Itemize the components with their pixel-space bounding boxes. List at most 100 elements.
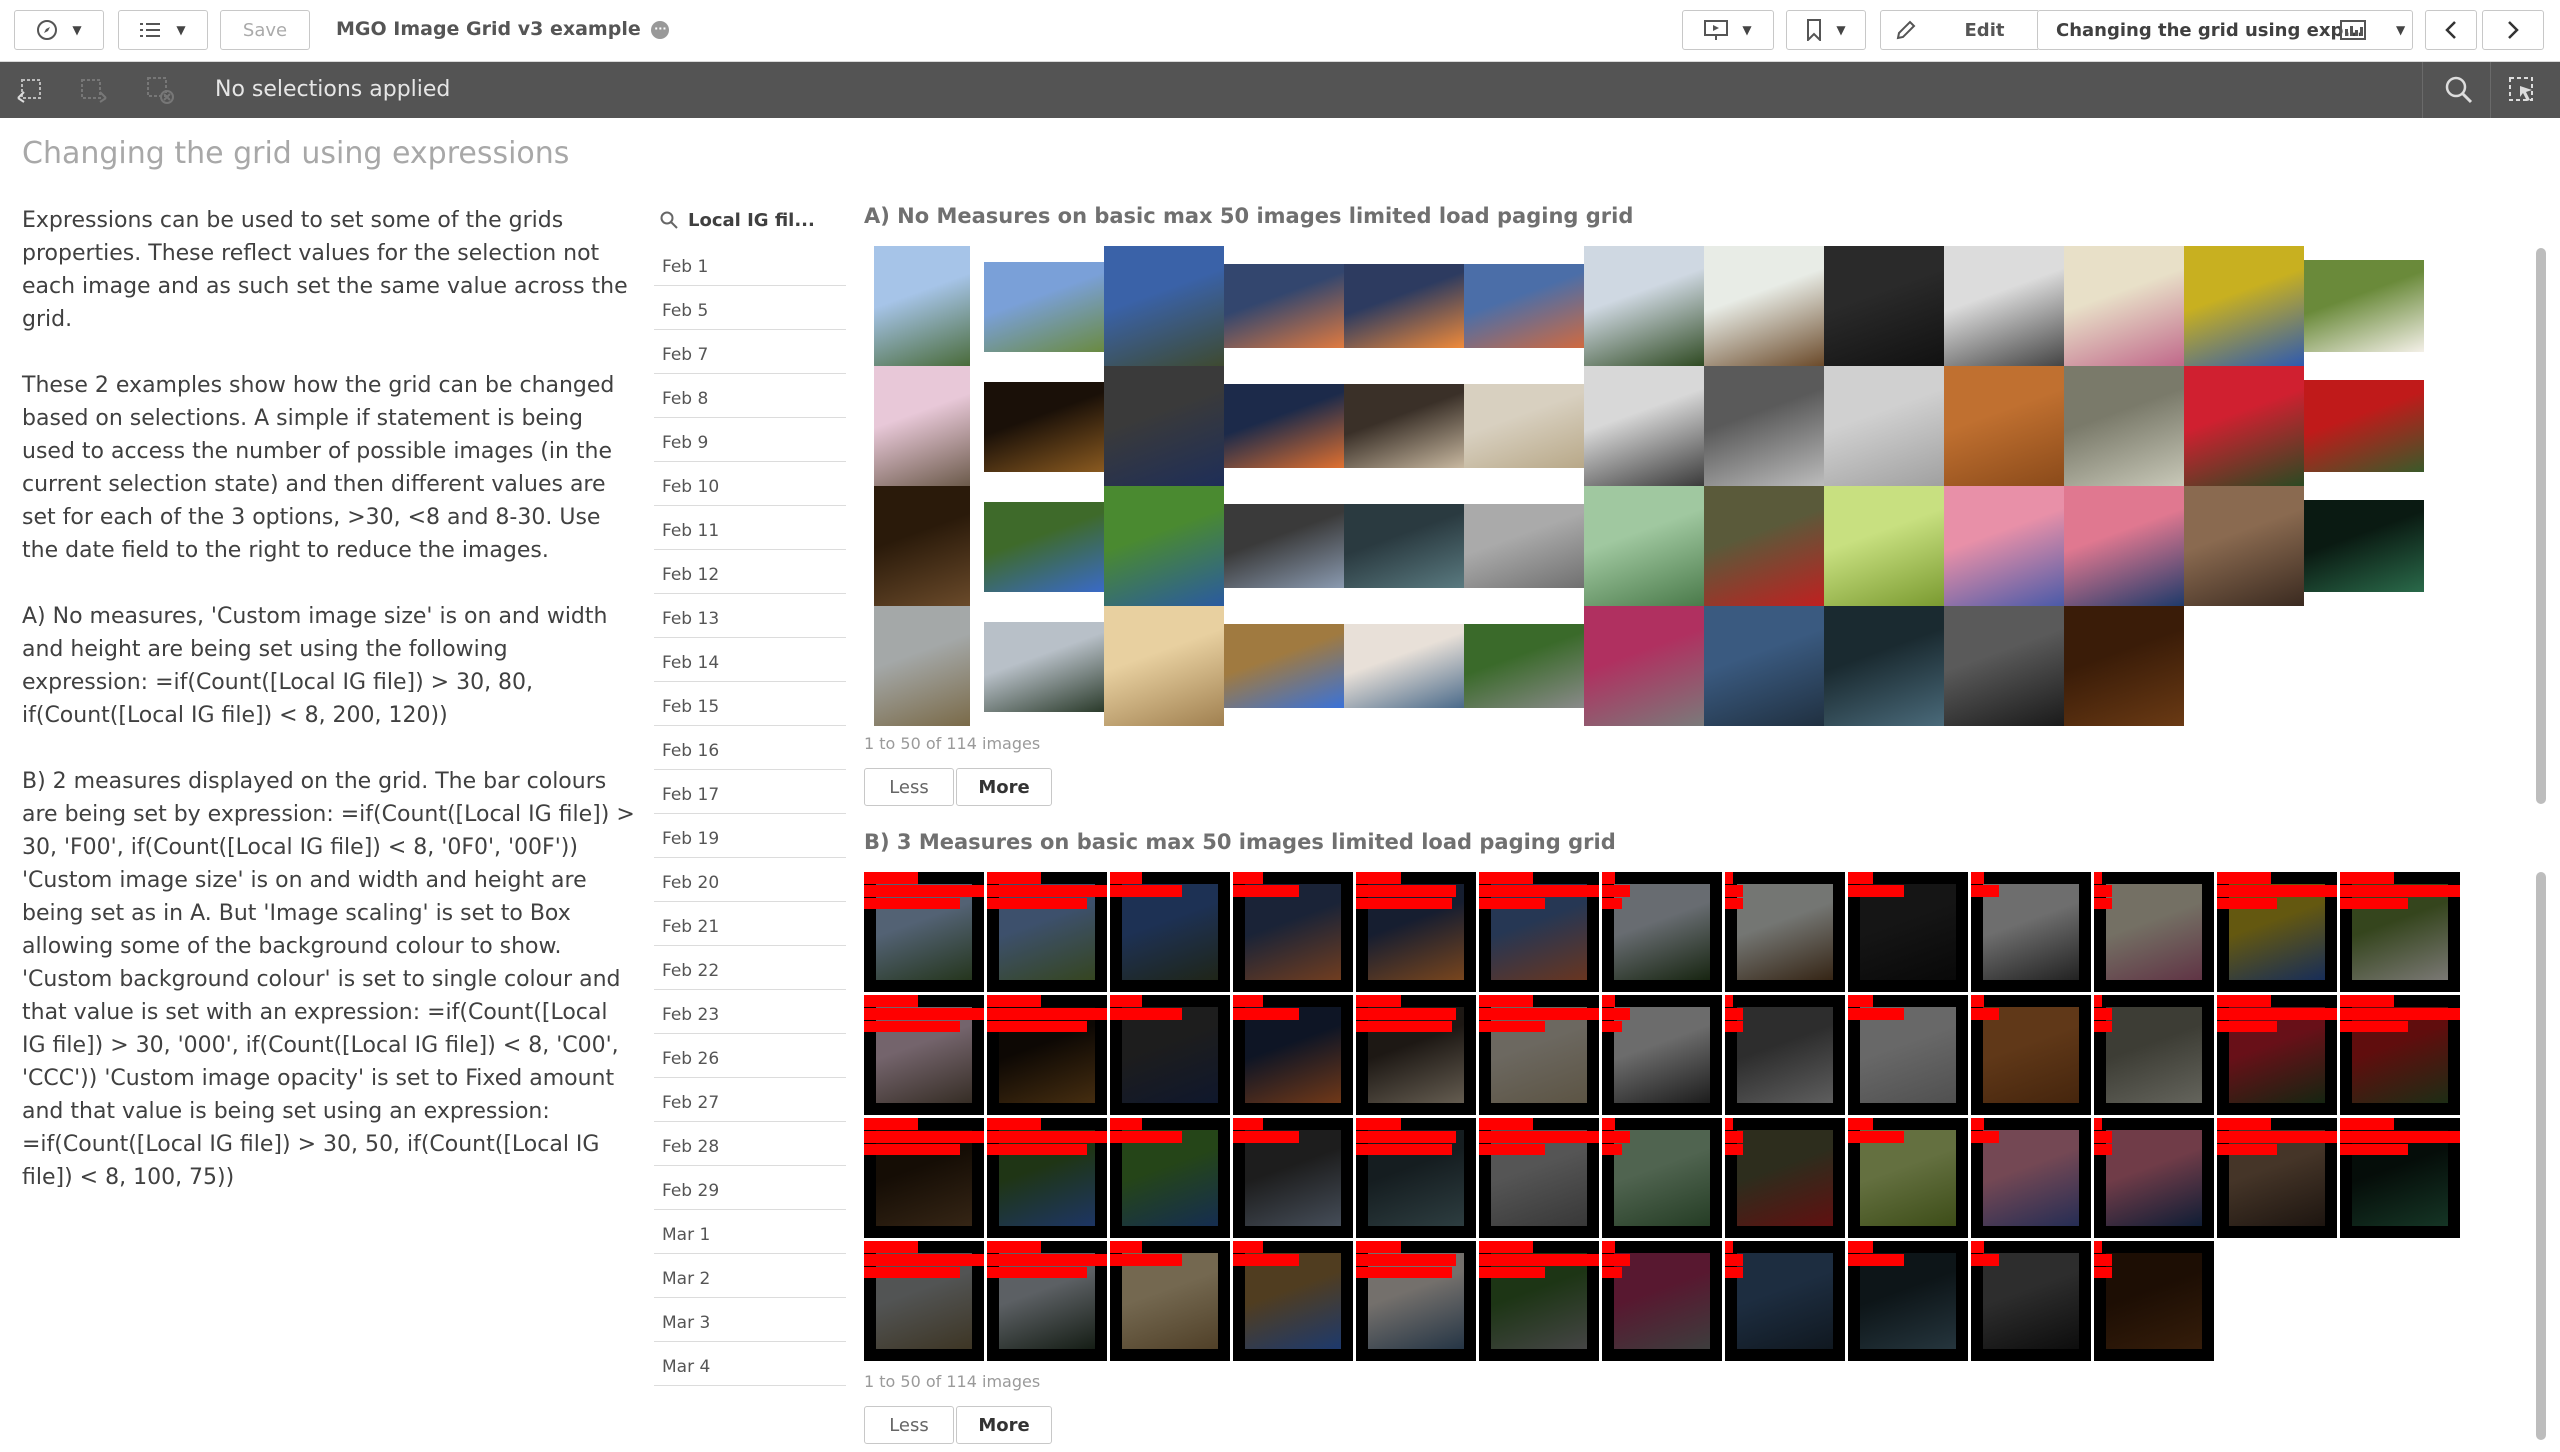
grid-image-tile[interactable]: [2217, 1118, 2337, 1238]
filter-header[interactable]: Local IG fil...: [654, 198, 846, 242]
search-icon[interactable]: [2444, 75, 2474, 105]
grid-image-tile[interactable]: [1704, 606, 1824, 726]
grid-image-tile[interactable]: [1971, 1241, 2091, 1361]
grid-image-tile[interactable]: [987, 872, 1107, 992]
grid-image-tile[interactable]: [1104, 366, 1224, 486]
grid-image-tile[interactable]: [1233, 872, 1353, 992]
grid-image-tile[interactable]: [987, 1241, 1107, 1361]
filter-item[interactable]: Feb 27: [654, 1078, 846, 1122]
grid-image-tile[interactable]: [2304, 366, 2424, 486]
grid-image-tile[interactable]: [1848, 1241, 1968, 1361]
grid-a-scrollbar[interactable]: [2536, 248, 2546, 804]
grid-image-tile[interactable]: [1344, 366, 1464, 486]
previous-sheet-button[interactable]: [2425, 10, 2477, 50]
grid-image-tile[interactable]: [2184, 246, 2304, 366]
filter-item[interactable]: Feb 9: [654, 418, 846, 462]
grid-image-tile[interactable]: [1971, 1118, 2091, 1238]
filter-item[interactable]: Mar 1: [654, 1210, 846, 1254]
edit-button[interactable]: Edit: [1880, 10, 2038, 50]
present-button[interactable]: ▼: [1682, 10, 1774, 50]
grid-image-tile[interactable]: [1848, 872, 1968, 992]
grid-a-less-button[interactable]: Less: [864, 768, 954, 806]
grid-image-tile[interactable]: [1584, 606, 1704, 726]
grid-image-tile[interactable]: [984, 246, 1104, 366]
grid-image-tile[interactable]: [2064, 366, 2184, 486]
navigation-menu-button[interactable]: ▼: [14, 10, 104, 50]
grid-b-less-button[interactable]: Less: [864, 1406, 954, 1444]
filter-item[interactable]: Mar 4: [654, 1342, 846, 1386]
grid-image-tile[interactable]: [864, 486, 984, 606]
grid-image-tile[interactable]: [2064, 246, 2184, 366]
filter-item[interactable]: Feb 12: [654, 550, 846, 594]
grid-image-tile[interactable]: [2340, 872, 2460, 992]
grid-image-tile[interactable]: [2094, 872, 2214, 992]
grid-image-tile[interactable]: [1224, 606, 1344, 726]
grid-image-tile[interactable]: [1224, 486, 1344, 606]
grid-image-tile[interactable]: [1110, 1118, 1230, 1238]
grid-image-tile[interactable]: [1824, 366, 1944, 486]
filter-item[interactable]: Feb 17: [654, 770, 846, 814]
grid-image-tile[interactable]: [1344, 246, 1464, 366]
grid-image-tile[interactable]: [1944, 246, 2064, 366]
filter-item[interactable]: Feb 29: [654, 1166, 846, 1210]
grid-image-tile[interactable]: [864, 1241, 984, 1361]
grid-image-tile[interactable]: [2184, 486, 2304, 606]
grid-image-tile[interactable]: [1725, 872, 1845, 992]
grid-image-tile[interactable]: [1479, 872, 1599, 992]
grid-image-tile[interactable]: [864, 606, 984, 726]
filter-item[interactable]: Feb 22: [654, 946, 846, 990]
grid-image-tile[interactable]: [1110, 1241, 1230, 1361]
grid-image-tile[interactable]: [1584, 246, 1704, 366]
grid-image-tile[interactable]: [1344, 606, 1464, 726]
grid-image-tile[interactable]: [1602, 1118, 1722, 1238]
filter-item[interactable]: Feb 19: [654, 814, 846, 858]
grid-b-more-button[interactable]: More: [956, 1406, 1052, 1444]
grid-image-tile[interactable]: [1104, 246, 1224, 366]
filter-item[interactable]: Feb 13: [654, 594, 846, 638]
filter-item[interactable]: Feb 21: [654, 902, 846, 946]
grid-image-tile[interactable]: [1464, 366, 1584, 486]
grid-image-tile[interactable]: [984, 366, 1104, 486]
filter-item[interactable]: Feb 14: [654, 638, 846, 682]
grid-image-tile[interactable]: [1944, 606, 2064, 726]
grid-image-tile[interactable]: [1356, 1118, 1476, 1238]
grid-image-tile[interactable]: [2094, 995, 2214, 1115]
filter-item[interactable]: Feb 8: [654, 374, 846, 418]
grid-image-tile[interactable]: [1464, 486, 1584, 606]
selections-tool-icon[interactable]: [2508, 76, 2536, 104]
grid-image-tile[interactable]: [1110, 995, 1230, 1115]
grid-image-tile[interactable]: [864, 1118, 984, 1238]
filter-item[interactable]: Feb 5: [654, 286, 846, 330]
grid-image-tile[interactable]: [864, 872, 984, 992]
filter-item[interactable]: Mar 3: [654, 1298, 846, 1342]
bookmark-button[interactable]: ▼: [1786, 10, 1866, 50]
grid-image-tile[interactable]: [1479, 1118, 1599, 1238]
grid-image-tile[interactable]: [1725, 1241, 1845, 1361]
filter-item[interactable]: Feb 28: [654, 1122, 846, 1166]
grid-image-tile[interactable]: [1356, 995, 1476, 1115]
grid-image-tile[interactable]: [1110, 872, 1230, 992]
filter-item[interactable]: Feb 20: [654, 858, 846, 902]
grid-image-tile[interactable]: [1971, 995, 2091, 1115]
grid-image-tile[interactable]: [987, 1118, 1107, 1238]
save-button[interactable]: Save: [220, 10, 310, 50]
grid-image-tile[interactable]: [1824, 246, 1944, 366]
grid-image-tile[interactable]: [2184, 366, 2304, 486]
grid-image-tile[interactable]: [2340, 1118, 2460, 1238]
grid-image-tile[interactable]: [1824, 606, 1944, 726]
grid-image-tile[interactable]: [1224, 246, 1344, 366]
grid-image-tile[interactable]: [1971, 872, 2091, 992]
grid-image-tile[interactable]: [1584, 486, 1704, 606]
filter-item[interactable]: Feb 11: [654, 506, 846, 550]
grid-image-tile[interactable]: [1848, 995, 1968, 1115]
filter-item[interactable]: Feb 7: [654, 330, 846, 374]
grid-image-tile[interactable]: [2217, 995, 2337, 1115]
grid-image-tile[interactable]: [1584, 366, 1704, 486]
grid-image-tile[interactable]: [864, 995, 984, 1115]
filter-item[interactable]: Feb 15: [654, 682, 846, 726]
grid-image-tile[interactable]: [2217, 872, 2337, 992]
step-forward-icon[interactable]: [80, 76, 108, 104]
grid-image-tile[interactable]: [1704, 486, 1824, 606]
grid-image-tile[interactable]: [1233, 1241, 1353, 1361]
more-info-icon[interactable]: ···: [651, 20, 670, 39]
